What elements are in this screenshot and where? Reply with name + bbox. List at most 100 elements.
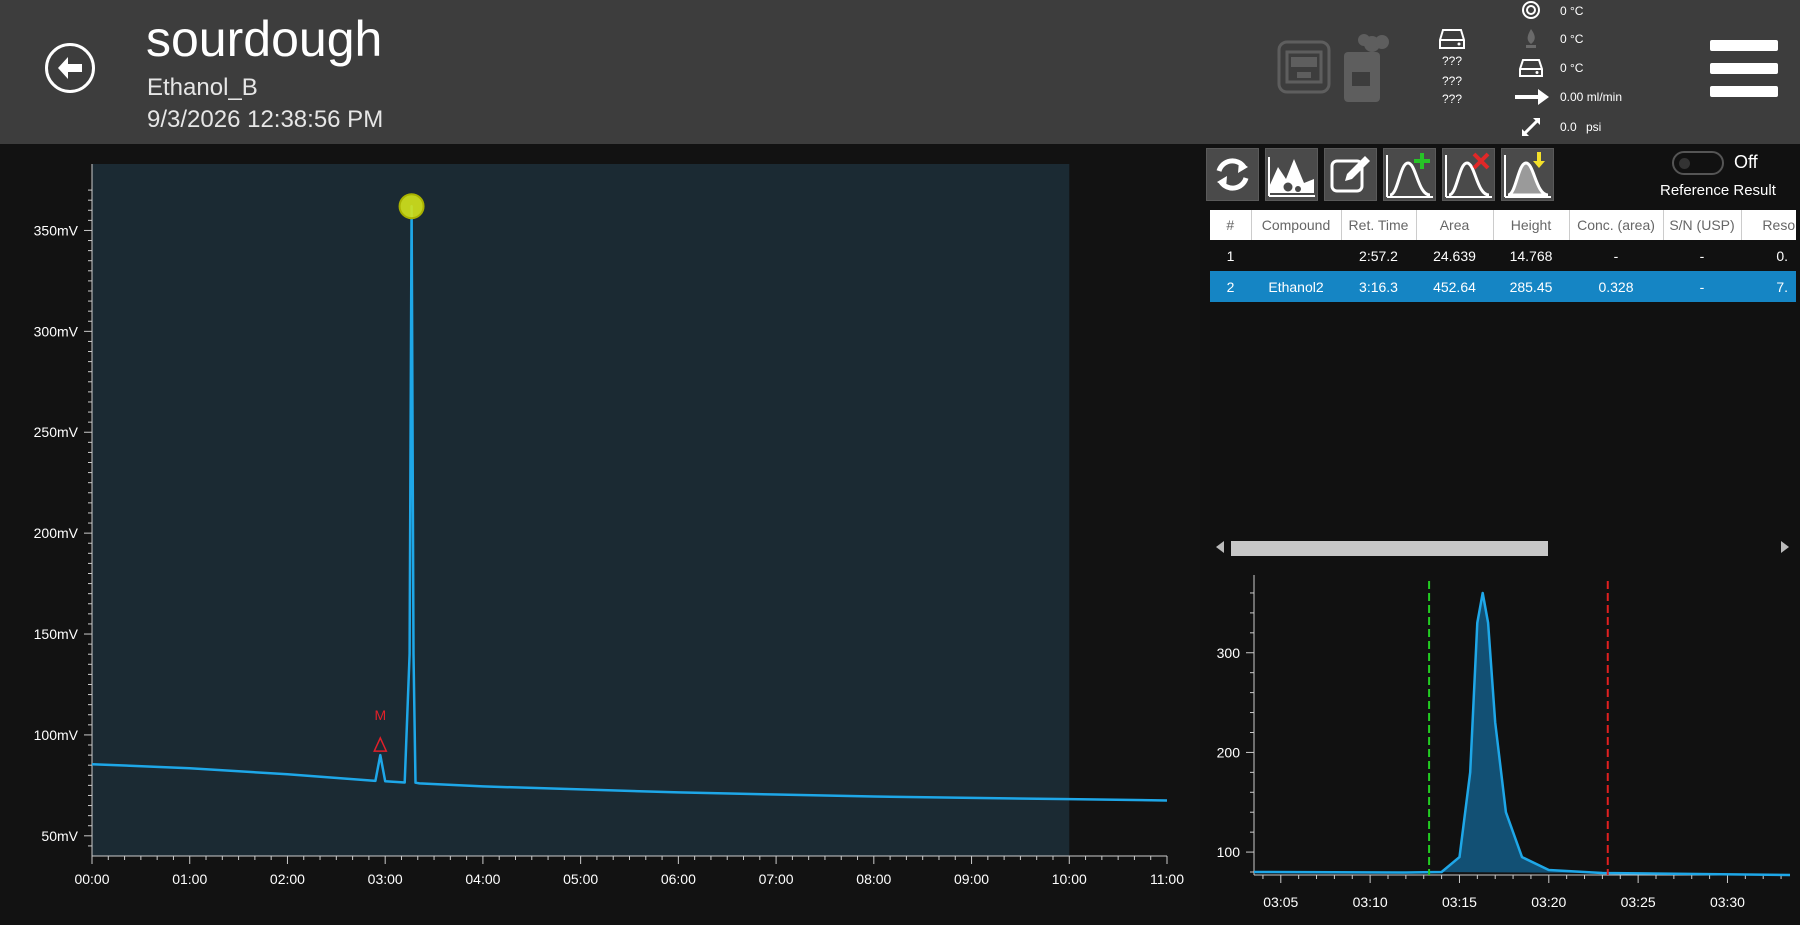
add-peak-icon — [1386, 153, 1433, 198]
x-tick-label: 01:00 — [172, 871, 207, 887]
device-value-3: ??? — [1442, 92, 1463, 106]
cell-sn: - — [1663, 271, 1741, 302]
peak-zoom-chart[interactable]: 100 200 300 03:05 03:10 03:15 03:20 03:25 03:30 — [1200, 575, 1800, 920]
scroll-left-arrow-icon[interactable] — [1216, 541, 1224, 553]
table-header-row: # Compound Ret. Time Area Height Conc. (… — [1210, 210, 1796, 240]
drive-icon — [1439, 29, 1465, 49]
column-header-num[interactable]: # — [1210, 210, 1252, 240]
peak-trace — [1253, 591, 1791, 877]
scrollbar-thumb[interactable] — [1231, 541, 1548, 556]
edit-icon — [1330, 156, 1370, 193]
table-row[interactable]: 1 2:57.2 24.639 14.768 - - 0. — [1210, 240, 1796, 271]
delete-peak-icon — [1445, 152, 1492, 198]
results-table[interactable]: # Compound Ret. Time Area Height Conc. (… — [1210, 210, 1796, 528]
device-value-1: ??? — [1442, 54, 1463, 68]
run-timestamp: 9/3/2026 12:38:56 PM — [147, 106, 384, 133]
integration-settings-icon — [1268, 157, 1315, 197]
manual-marker-label: M — [374, 707, 386, 723]
arrow-left-icon — [58, 57, 82, 79]
flow-value: 0.00 ml/min — [1560, 90, 1623, 104]
column-header-area[interactable]: Area — [1416, 210, 1494, 240]
pressure-value: 0.0 — [1560, 120, 1577, 134]
flow-arrow-icon — [1515, 89, 1549, 105]
page-title: sourdough — [146, 11, 383, 67]
device-value-2: ??? — [1442, 74, 1463, 88]
x-tick-label: 03:25 — [1621, 894, 1656, 910]
scroll-right-arrow-icon[interactable] — [1781, 541, 1789, 553]
x-tick-label: 03:00 — [368, 871, 403, 887]
column-header-ret-time[interactable]: Ret. Time — [1341, 210, 1417, 240]
cell-num: 1 — [1226, 247, 1235, 264]
selected-peak-marker — [398, 193, 425, 220]
table-horizontal-scrollbar[interactable] — [1210, 538, 1790, 558]
x-tick-label: 02:00 — [270, 871, 305, 887]
ethernet-icon — [1277, 40, 1331, 94]
x-tick-label: 05:00 — [563, 871, 598, 887]
x-tick-label: 03:20 — [1531, 894, 1566, 910]
x-tick-label: 11:00 — [1150, 871, 1184, 887]
table-row-selected[interactable]: 2 Ethanol2 3:16.3 452.64 285.45 0.328 - … — [1210, 271, 1796, 302]
method-name: Ethanol_B — [147, 74, 258, 101]
x-tick-label: 00:00 — [74, 871, 109, 887]
cell-compound — [1251, 240, 1341, 271]
reference-toggle[interactable] — [1672, 151, 1724, 175]
y-tick-label: 200 — [1217, 744, 1241, 760]
detector-icon — [1519, 59, 1543, 77]
gc-device-icon — [1344, 34, 1389, 102]
injector-icon — [1526, 29, 1536, 48]
detector-temp: 0 °C — [1560, 61, 1584, 75]
reference-result-label: Reference Result — [1660, 182, 1776, 199]
cell-sn: - — [1699, 247, 1705, 264]
y-tick-label: 200mV — [34, 525, 79, 541]
x-tick-label: 09:00 — [954, 871, 989, 887]
cell-ret-time: 3:16.3 — [1341, 271, 1416, 302]
y-tick-label: 100mV — [34, 727, 79, 743]
y-tick-label: 300mV — [34, 323, 79, 339]
header-bar: sourdough Ethanol_B 9/3/2026 12:38:56 PM… — [0, 0, 1800, 144]
cell-height: 285.45 — [1493, 271, 1569, 302]
back-button[interactable] — [45, 43, 95, 93]
column-header-sn[interactable]: S/N (USP) — [1663, 210, 1742, 240]
cell-resolution: 7. — [1741, 271, 1796, 302]
oven-temp: 0 °C — [1560, 4, 1584, 18]
column-header-resolution[interactable]: Resolution — [1741, 210, 1796, 240]
oven-icon — [1522, 1, 1540, 19]
x-tick-label: 03:30 — [1710, 894, 1745, 910]
x-tick-label: 03:05 — [1263, 894, 1298, 910]
column-header-height[interactable]: Height — [1493, 210, 1570, 240]
menu-button[interactable] — [1708, 38, 1780, 100]
reference-peak-icon — [1504, 152, 1551, 198]
x-tick-label: 08:00 — [856, 871, 891, 887]
delete-peak-button[interactable] — [1442, 148, 1495, 201]
x-tick-label: 03:15 — [1442, 894, 1477, 910]
cell-ret-time: 2:57.2 — [1359, 247, 1398, 264]
reference-peak-button[interactable] — [1501, 148, 1554, 201]
peak-zoom-panel[interactable]: 100 200 300 03:05 03:10 03:15 03:20 03:25 03:30 — [1200, 575, 1800, 920]
x-tick-label: 04:00 — [465, 871, 500, 887]
y-tick-label: 300 — [1217, 645, 1241, 661]
cell-resolution: 0. — [1776, 247, 1788, 264]
column-header-compound[interactable]: Compound — [1251, 210, 1342, 240]
peak-area-fill — [1429, 593, 1608, 873]
y-tick-label: 350mV — [34, 222, 79, 238]
chromatogram-chart[interactable]: 50mV 100mV 150mV 200mV 250mV 300mV 350mV 00:00 0… — [0, 144, 1200, 920]
x-tick-label: 07:00 — [759, 871, 794, 887]
y-tick-label: 50mV — [41, 828, 78, 844]
analysis-window-region — [92, 164, 1070, 856]
column-header-conc[interactable]: Conc. (area) — [1569, 210, 1664, 240]
add-peak-button[interactable] — [1383, 148, 1436, 201]
cell-height: 14.768 — [1509, 247, 1553, 264]
y-tick-label: 150mV — [34, 626, 79, 642]
menu-icon — [1710, 40, 1778, 51]
cell-conc: 0.328 — [1569, 271, 1663, 302]
cell-conc: - — [1613, 247, 1619, 264]
y-tick-label: 250mV — [34, 424, 79, 440]
edit-button[interactable] — [1324, 148, 1377, 201]
integration-settings-button[interactable] — [1265, 148, 1318, 201]
x-tick-label: 03:10 — [1353, 894, 1388, 910]
refresh-button[interactable] — [1206, 148, 1259, 201]
y-tick-label: 100 — [1217, 844, 1241, 860]
injector-temp: 0 °C — [1560, 32, 1584, 46]
x-tick-label: 10:00 — [1052, 871, 1087, 887]
chromatogram-panel[interactable]: 50mV 100mV 150mV 200mV 250mV 300mV 350mV 00:00 0… — [0, 144, 1200, 920]
